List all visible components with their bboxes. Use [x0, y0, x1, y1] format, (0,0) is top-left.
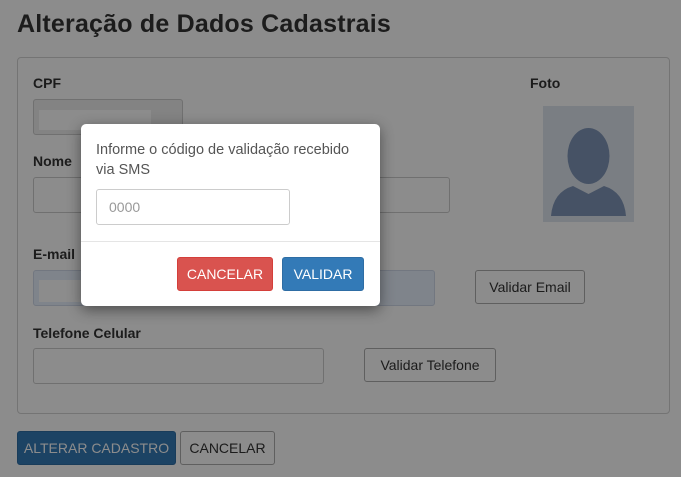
sms-code-input[interactable] — [96, 189, 290, 225]
modal-message: Informe o código de validação recebido v… — [96, 142, 350, 178]
modal-validate-button[interactable]: VALIDAR — [282, 257, 364, 291]
modal-cancel-button[interactable]: CANCELAR — [177, 257, 273, 291]
sms-validation-modal: Informe o código de validação recebido v… — [81, 124, 380, 306]
modal-divider — [81, 241, 380, 242]
